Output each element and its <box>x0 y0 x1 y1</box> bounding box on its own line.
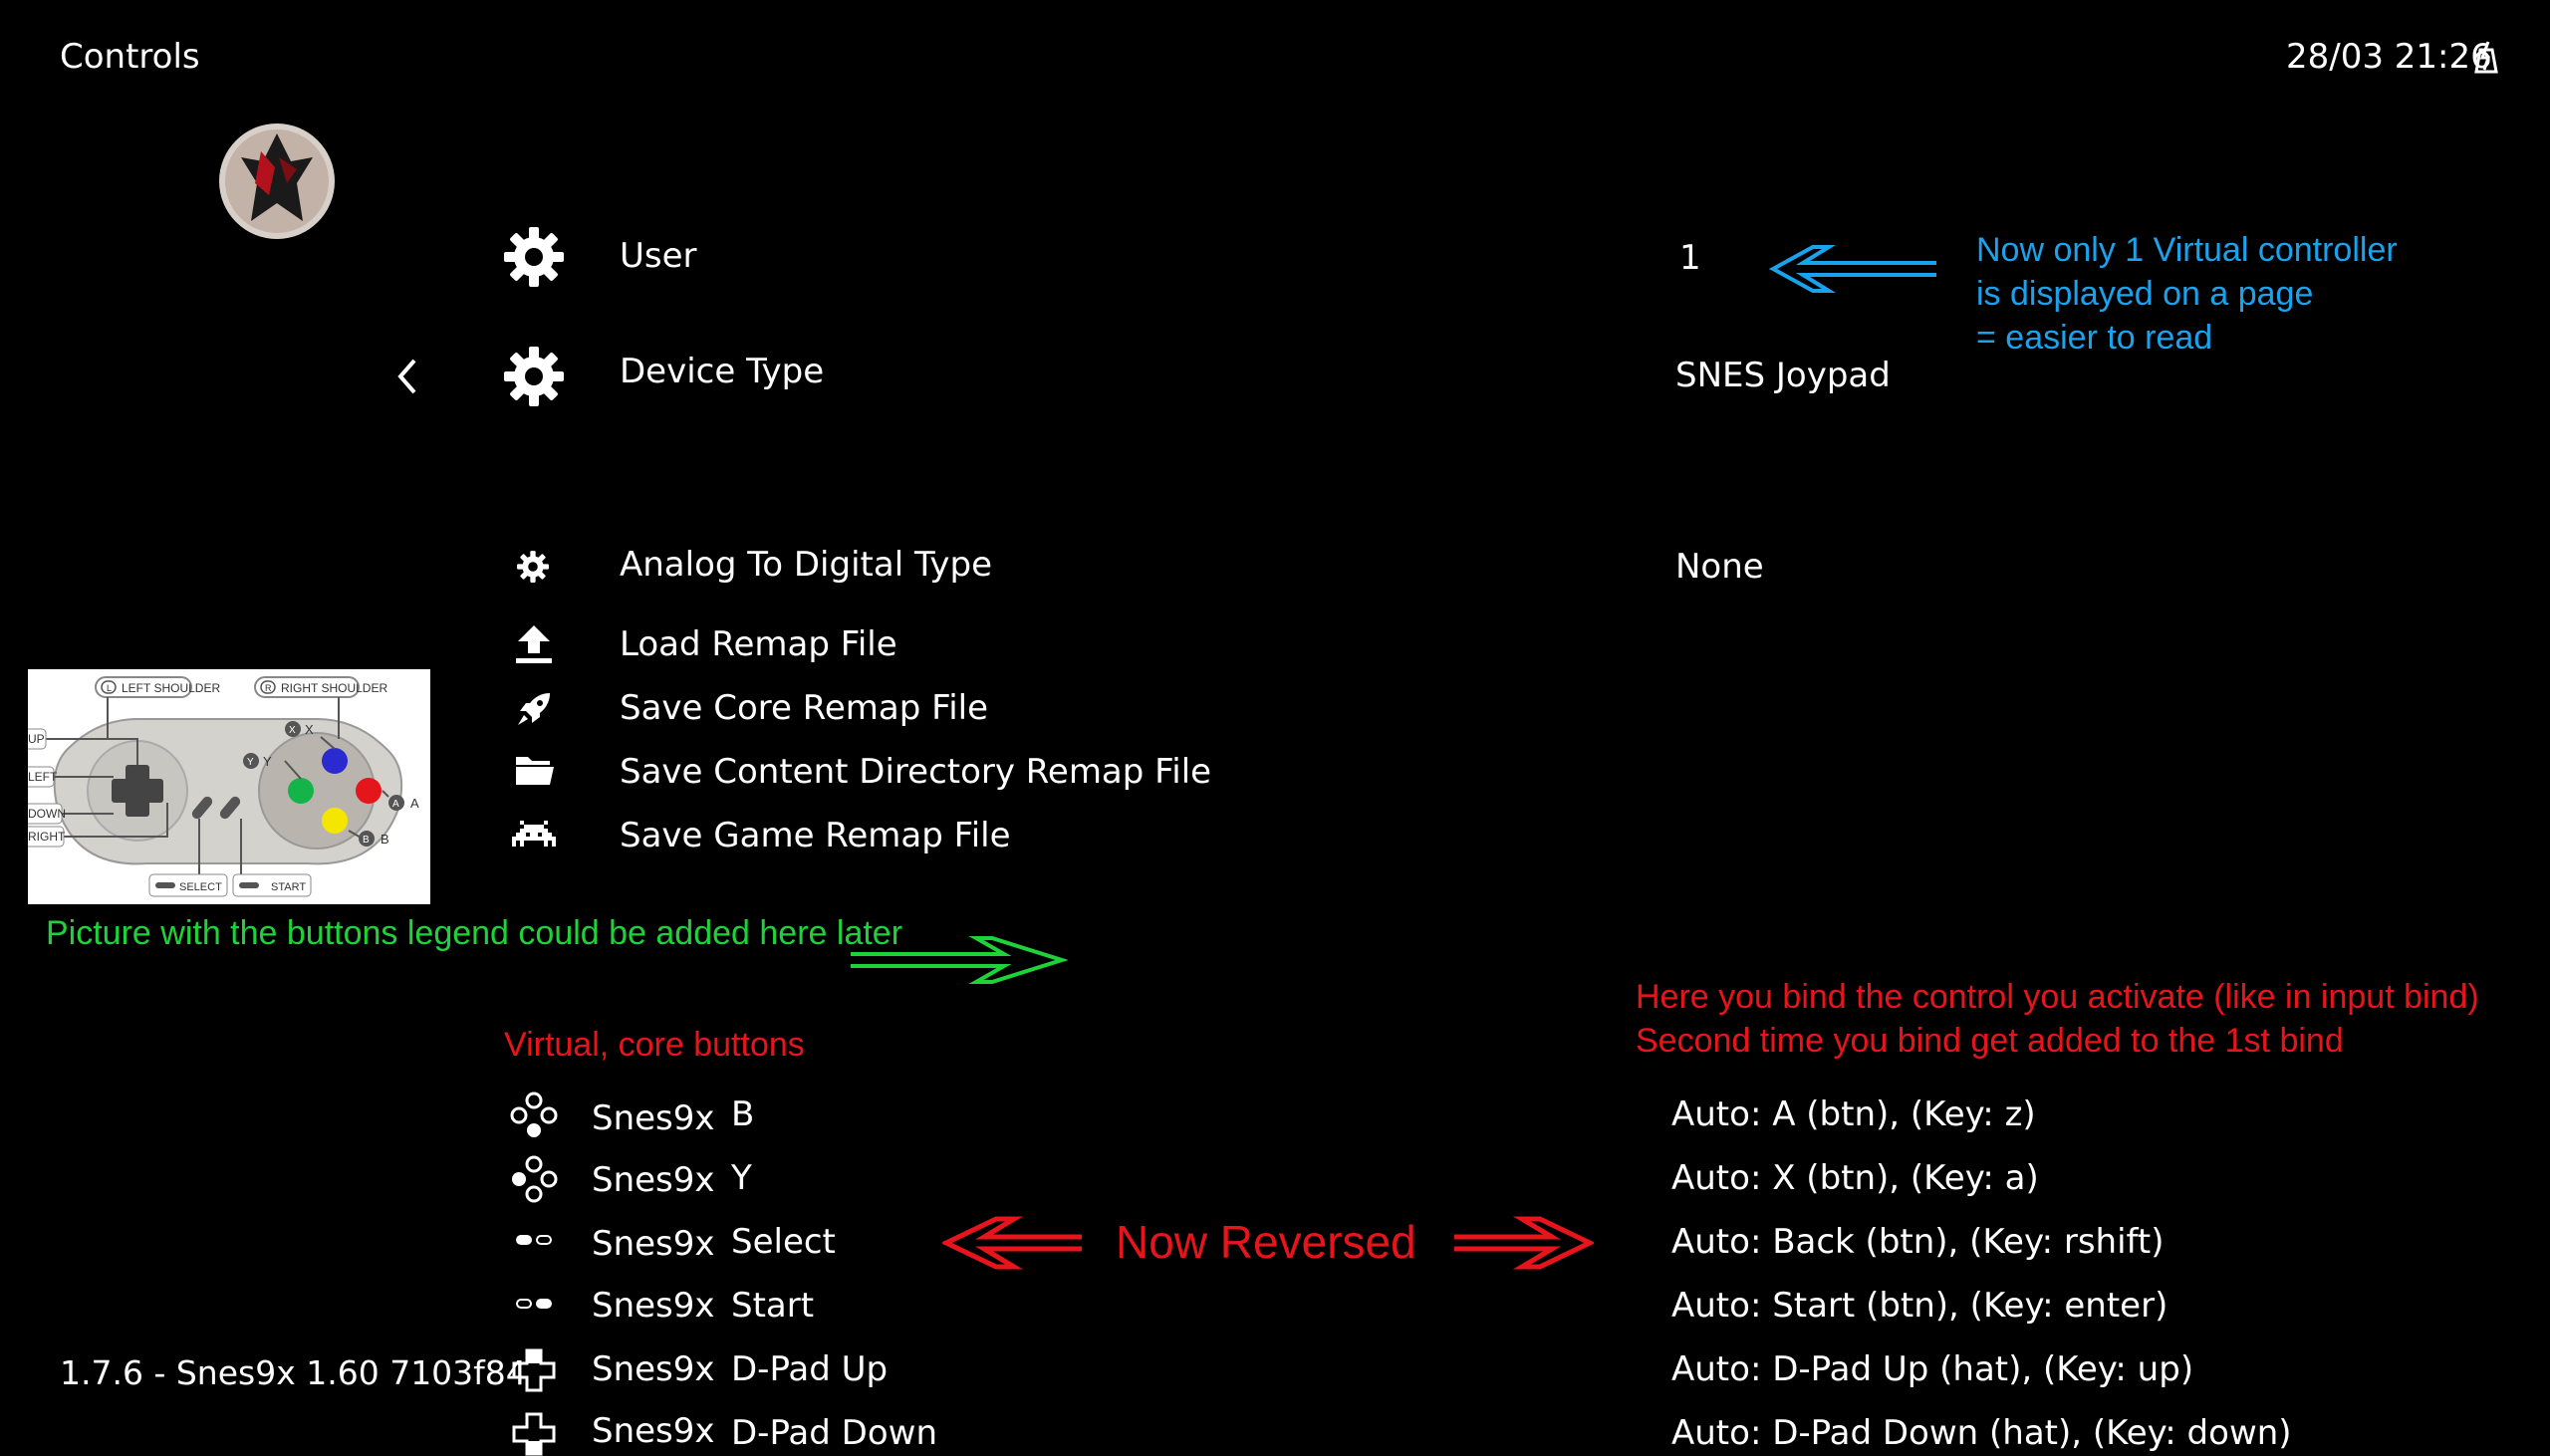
svg-text:Y: Y <box>247 757 254 768</box>
svg-text:L: L <box>107 683 112 693</box>
core-button-b[interactable]: B <box>731 1097 754 1131</box>
dpad-icon <box>512 1412 556 1456</box>
gamepad-face-buttons-icon <box>510 1155 558 1203</box>
annotation-blue-line-2: is displayed on a page <box>1976 275 2314 313</box>
save-game-remap-item[interactable]: Save Game Remap File <box>620 819 1011 852</box>
annotation-blue-line-3: = easier to read <box>1976 319 2213 357</box>
core-name: Snes9x <box>592 1411 715 1451</box>
page-title: Controls <box>60 37 200 77</box>
bind-b[interactable]: Auto: A (btn), (Key: z) <box>1671 1097 2036 1131</box>
select-button-icon <box>514 1233 554 1247</box>
invader-icon <box>512 821 556 849</box>
svg-text:A: A <box>410 796 419 811</box>
avatar <box>217 121 337 241</box>
upload-icon <box>514 623 554 665</box>
core-button-start[interactable]: Start <box>731 1289 814 1323</box>
annotation-green-arrow <box>849 934 1068 986</box>
rocket-icon <box>516 689 554 727</box>
svg-text:LEFT SHOULDER: LEFT SHOULDER <box>122 681 220 695</box>
svg-text:X: X <box>289 725 296 736</box>
svg-text:RIGHT SHOULDER: RIGHT SHOULDER <box>281 681 387 695</box>
annotation-red-top-2: Second time you bind get added to the 1s… <box>1636 1022 2344 1060</box>
core-name: Snes9x <box>592 1349 715 1389</box>
annotation-red-left: Virtual, core buttons <box>504 1026 805 1064</box>
svg-text:UP: UP <box>28 732 45 746</box>
bind-dpad-down[interactable]: Auto: D-Pad Down (hat), (Key: down) <box>1671 1416 2292 1450</box>
version-info: 1.7.6 - Snes9x 1.60 7103f84 <box>60 1353 527 1392</box>
core-button-dpad-up[interactable]: D-Pad Up <box>731 1352 888 1386</box>
small-gear-icon <box>516 550 550 584</box>
core-button-y[interactable]: Y <box>731 1161 752 1195</box>
bind-y[interactable]: Auto: X (btn), (Key: a) <box>1671 1161 2039 1195</box>
core-name: Snes9x <box>592 1098 715 1138</box>
svg-text:SELECT: SELECT <box>179 881 222 893</box>
svg-text:Y: Y <box>263 754 272 769</box>
bind-dpad-up[interactable]: Auto: D-Pad Up (hat), (Key: up) <box>1671 1352 2193 1386</box>
annotation-blue-line-1: Now only 1 Virtual controller <box>1976 231 2398 269</box>
gear-icon <box>502 225 566 289</box>
svg-text:LEFT: LEFT <box>28 770 58 784</box>
setting-device-type-value[interactable]: SNES Joypad <box>1675 359 1891 392</box>
svg-text:R: R <box>265 683 272 693</box>
svg-text:DOWN: DOWN <box>28 807 66 821</box>
svg-text:X: X <box>305 722 314 737</box>
svg-text:START: START <box>271 881 306 893</box>
core-name: Snes9x <box>592 1224 715 1264</box>
controller-legend-image: L LEFT SHOULDER R RIGHT SHOULDER UP LEFT <box>28 669 430 904</box>
core-button-select[interactable]: Select <box>731 1225 836 1259</box>
save-content-dir-remap-item[interactable]: Save Content Directory Remap File <box>620 755 1211 789</box>
back-button[interactable] <box>394 357 420 396</box>
annotation-red-center: Now Reversed <box>1116 1216 1416 1268</box>
svg-text:B: B <box>363 835 370 846</box>
svg-text:RIGHT: RIGHT <box>28 830 66 844</box>
start-button-icon <box>514 1297 554 1311</box>
bind-start[interactable]: Auto: Start (btn), (Key: enter) <box>1671 1289 2168 1323</box>
save-core-remap-item[interactable]: Save Core Remap File <box>620 691 988 725</box>
setting-analog-value[interactable]: None <box>1675 550 1764 584</box>
setting-analog-label[interactable]: Analog To Digital Type <box>620 548 992 582</box>
svg-text:A: A <box>392 799 399 810</box>
annotation-red-top-1: Here you bind the control you activate (… <box>1636 978 2479 1016</box>
annotation-green: Picture with the buttons legend could be… <box>46 914 903 952</box>
bind-select[interactable]: Auto: Back (btn), (Key: rshift) <box>1671 1225 2165 1259</box>
setting-user-value[interactable]: 1 <box>1679 241 1701 275</box>
annotation-red-arrow-left <box>942 1215 1084 1271</box>
battery-charging-icon <box>2470 38 2502 78</box>
setting-user-label[interactable]: User <box>620 239 697 273</box>
clock: 28/03 21:26 <box>2286 37 2492 77</box>
gamepad-face-buttons-icon <box>510 1092 558 1139</box>
folder-icon <box>514 755 556 787</box>
gear-icon <box>502 345 566 408</box>
setting-device-type-label[interactable]: Device Type <box>620 355 824 388</box>
annotation-red-arrow-right <box>1452 1215 1594 1271</box>
load-remap-file-item[interactable]: Load Remap File <box>620 627 897 661</box>
svg-text:B: B <box>381 832 389 847</box>
core-name: Snes9x <box>592 1160 715 1200</box>
core-name: Snes9x <box>592 1286 715 1326</box>
core-button-dpad-down[interactable]: D-Pad Down <box>731 1416 937 1450</box>
annotation-blue-arrow <box>1769 243 1938 295</box>
